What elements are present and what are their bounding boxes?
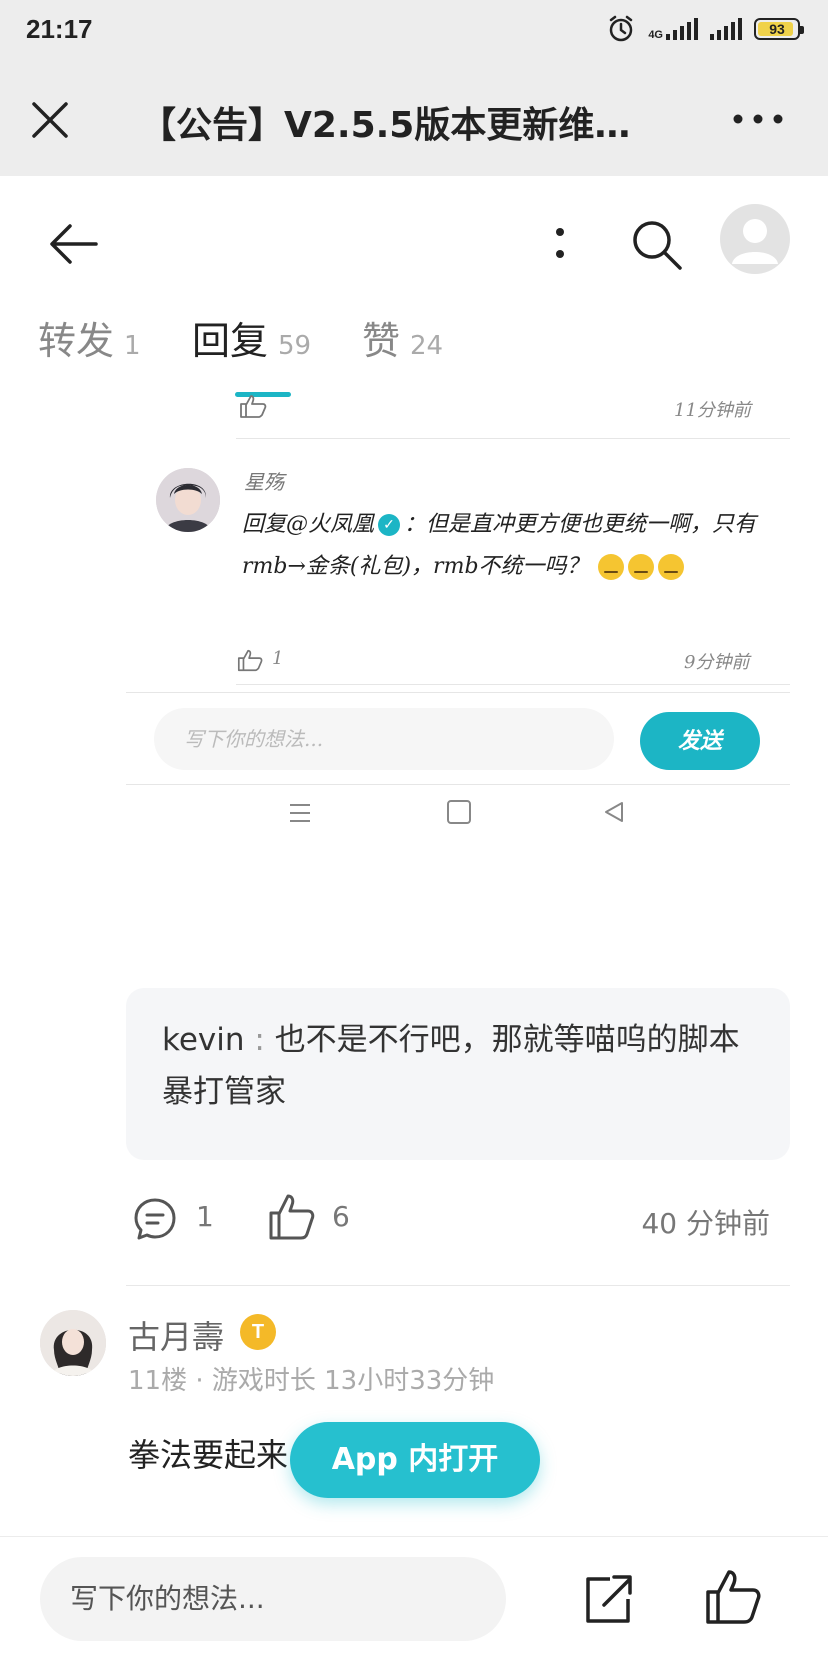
bottom-bar: 写下你的想法... <box>0 1536 828 1656</box>
share-icon[interactable] <box>580 1571 636 1627</box>
alarm-icon <box>610 15 633 42</box>
thumb-up-icon <box>240 395 267 418</box>
home-square-icon <box>447 800 471 824</box>
user-avatar-icon[interactable] <box>720 204 790 274</box>
avatar[interactable] <box>40 1310 106 1376</box>
like-count: 6 <box>332 1200 350 1233</box>
title-bar: 【公告】V2.5.5版本更新维… <box>0 64 828 176</box>
comment-input[interactable]: 写下你的想法... <box>40 1557 506 1641</box>
divider <box>126 692 790 693</box>
search-icon[interactable] <box>628 216 686 274</box>
comment-text: 拳法要起来 <box>128 1436 289 1474</box>
post-time: 40 分钟前 <box>641 1207 770 1240</box>
unamused-emoji-icon <box>657 554 684 580</box>
page-content: 转发 1 回复 59 赞 24 11分钟前 星殇 回复@火凤凰 ✓ ：但是直冲更… <box>0 176 828 1536</box>
reply-mention: 回复@火凤凰 <box>242 512 375 537</box>
thumb-up-icon[interactable] <box>702 1567 762 1627</box>
network-indicator: 4G <box>648 18 698 41</box>
comment-count: 1 <box>196 1200 214 1233</box>
avatar <box>156 468 220 532</box>
divider <box>236 684 790 685</box>
battery-icon: 93 <box>754 18 804 40</box>
signal-icon-2 <box>710 18 742 40</box>
tab-reply[interactable]: 回复 59 <box>192 310 311 365</box>
page-title: 【公告】V2.5.5版本更新维… <box>140 105 631 146</box>
reply-time: 9分钟前 <box>684 652 750 673</box>
kebab-icon[interactable] <box>548 218 572 268</box>
status-indicators: 4G 93 <box>606 14 804 44</box>
triangle-back-icon <box>605 802 623 822</box>
reply-time: 11分钟前 <box>674 400 751 421</box>
post-actions: 1 6 40 分钟前 <box>0 1192 828 1252</box>
tab-label: 回复 <box>192 319 269 363</box>
comment-icon[interactable] <box>132 1196 178 1242</box>
tab-count: 1 <box>124 331 141 361</box>
menu-icon <box>290 804 310 822</box>
tab-likes[interactable]: 赞 24 <box>362 310 443 365</box>
thumb-up-icon <box>237 649 263 672</box>
reply-like-count: 1 <box>272 648 284 669</box>
more-icon[interactable] <box>728 104 788 134</box>
reply-text: 回复@火凤凰 ✓ ：但是直冲更方便也更统一啊，只有rmb→金条(礼包)，rmb不统一… <box>242 504 772 588</box>
arrow-left-icon[interactable] <box>46 216 102 272</box>
tab-count: 59 <box>278 331 312 361</box>
network-label: 4G <box>648 29 663 41</box>
embedded-input: 写下你的想法... <box>154 708 614 770</box>
close-icon[interactable] <box>26 96 74 144</box>
tab-label: 转发 <box>38 319 115 363</box>
signal-icon <box>666 18 698 40</box>
tab-bar: 转发 1 回复 59 赞 24 <box>0 310 828 380</box>
unamused-emoji-icon <box>597 554 624 580</box>
embedded-screenshot: 11分钟前 星殇 回复@火凤凰 ✓ ：但是直冲更方便也更统一啊，只有rmb→金条(礼… <box>0 386 828 836</box>
divider <box>126 784 790 785</box>
open-in-app-button[interactable]: App 内打开 <box>290 1422 540 1498</box>
quote-author[interactable]: kevin <box>162 1022 245 1058</box>
status-bar: 21:17 4G 93 <box>0 0 828 64</box>
divider <box>236 438 790 439</box>
status-time: 21:17 <box>26 14 93 44</box>
verified-icon: ✓ <box>378 514 401 536</box>
battery-level: 93 <box>769 21 785 37</box>
comment-author[interactable]: 古月壽 <box>128 1312 224 1358</box>
tab-count: 24 <box>410 331 444 361</box>
tab-label: 赞 <box>362 319 401 363</box>
comment-meta: 11楼 · 游戏时长 13小时33分钟 <box>128 1366 495 1396</box>
reply-author: 星殇 <box>244 470 284 494</box>
quoted-reply[interactable]: kevin : 也不是不行吧，那就等喵呜的脚本暴打管家 <box>126 988 790 1160</box>
embedded-send-button: 发送 <box>640 712 760 770</box>
tab-forward[interactable]: 转发 1 <box>38 310 141 365</box>
thumb-up-icon[interactable] <box>266 1192 316 1242</box>
level-badge: T <box>240 1314 276 1350</box>
unamused-emoji-icon <box>627 554 654 580</box>
divider <box>126 1285 790 1286</box>
quote-separator: : <box>244 1022 275 1058</box>
